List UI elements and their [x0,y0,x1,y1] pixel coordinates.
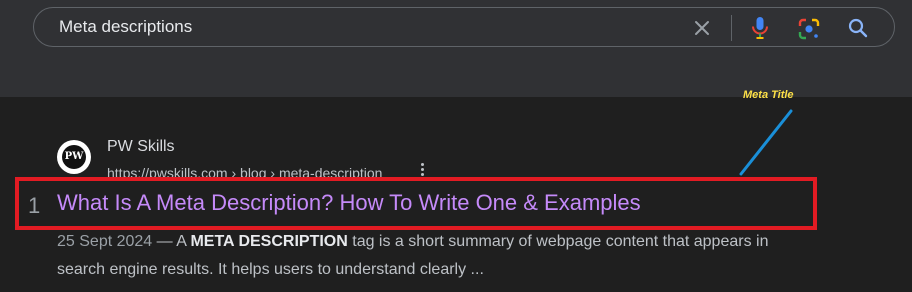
snippet-highlight: META DESCRIPTION [190,233,348,250]
result-snippet: 25 Sept 2024 — A META DESCRIPTION tag is… [57,228,797,284]
snippet-dash: — A [152,233,191,250]
annotation-label: Meta Title [743,89,794,101]
result-rank: 1 [28,193,41,218]
result-date: 25 Sept 2024 [57,233,153,250]
result-title-link[interactable]: What Is A Meta Description? How To Write… [57,190,641,216]
